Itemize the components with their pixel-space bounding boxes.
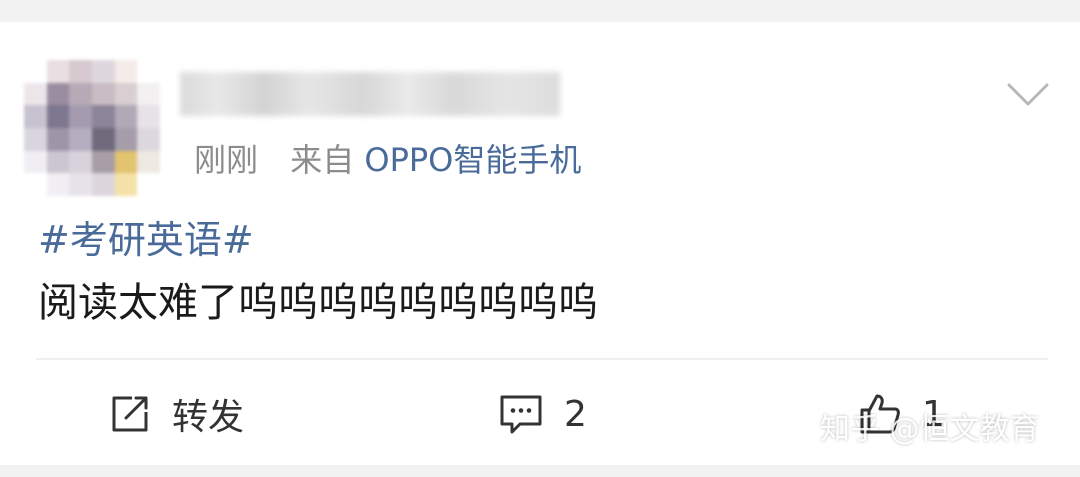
comment-count: 2 [564,393,587,435]
post-meta: 刚刚 来自 OPPO智能手机 [194,140,581,180]
username-blurred[interactable] [180,72,560,116]
source-device[interactable]: OPPO智能手机 [364,141,581,179]
comment-button[interactable]: 2 [498,392,587,436]
post-card: 刚刚 来自 OPPO智能手机 #考研英语# 阅读太难了呜呜呜呜呜呜呜呜呜 转发 … [0,22,1080,465]
source-prefix: 来自 [290,141,355,179]
divider [36,358,1048,360]
repost-label: 转发 [172,397,245,438]
hashtag-link[interactable]: #考研英语# [38,218,254,262]
comment-icon [500,395,542,434]
watermark: 知乎 @恒文教育 [820,412,1040,447]
avatar[interactable] [24,60,160,196]
chevron-down-icon[interactable] [1006,80,1050,110]
post-time: 刚刚 [194,141,259,179]
repost-button[interactable]: 转发 [108,392,244,438]
post-text: 阅读太难了呜呜呜呜呜呜呜呜呜 [38,280,598,326]
repost-icon [112,396,148,432]
